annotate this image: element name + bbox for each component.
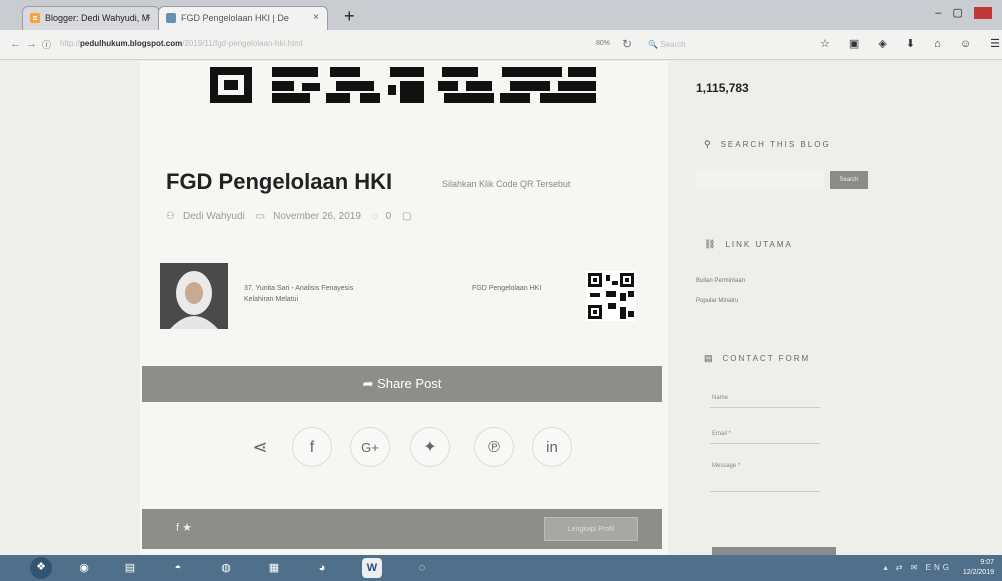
forward-arrow-icon[interactable]: → [26, 38, 37, 50]
related-post-qr-thumbnail[interactable] [586, 271, 636, 321]
clock-date: 12/2/2019 [962, 569, 994, 576]
share-arrow-icon: ➦ [362, 376, 374, 391]
blog-search-input[interactable] [696, 169, 824, 189]
share-post-label: Share Post [377, 376, 442, 391]
url-bar[interactable]: http://pedulhukum.blogspot.com/2019/11/f… [60, 39, 303, 48]
close-window-icon[interactable] [974, 7, 992, 20]
pageview-counter: 1,115,783 [696, 81, 749, 95]
clock-time: 9:07 [980, 559, 994, 566]
sidebar: 1,115,783 ⚲ SEARCH THIS BLOG Search ⛓ LINK… [676, 61, 1002, 555]
related-post-thumbnail[interactable] [160, 263, 228, 329]
email-field-label: Email * [712, 431, 732, 437]
related-post-title[interactable]: 37. Yunita Sari - Analisis Fenayesis Kel… [244, 283, 374, 305]
share-icon[interactable]: ⋖ [240, 427, 280, 467]
lock-icon: ⓘ [42, 40, 52, 50]
taskbar: ❖ ◉ ▤ ◓ ◍ ▦ ◕ W ◌ ▴ ⇄ ✉ ENG 9:07 12/2/20… [0, 555, 1002, 581]
person-photo [160, 263, 228, 329]
search-input[interactable]: 🔍 Search [640, 36, 810, 54]
taskbar-app-icon[interactable]: ◌ [412, 558, 432, 578]
search-placeholder: Search [660, 40, 686, 49]
post-date: November 26, 2019 [273, 211, 361, 222]
clock[interactable]: 9:07 12/2/2019 [963, 558, 994, 578]
tab-label: Blogger: Dedi Wahyudi, M [45, 13, 150, 23]
reload-icon[interactable]: ↻ [622, 37, 632, 51]
comment-count[interactable]: 0 [386, 211, 392, 222]
taskbar-app-icon[interactable]: ▦ [264, 558, 284, 578]
close-tab-icon[interactable]: × [313, 12, 319, 23]
social-share-icons: ⋖ f G+ ✦ ℗ in [240, 425, 572, 469]
window-controls[interactable]: – ▢ [935, 6, 992, 20]
send-button[interactable] [712, 547, 836, 555]
browser-tab-bar: Blogger: Dedi Wahyudi, M × FGD Pengelola… [0, 0, 1002, 30]
twitter-icon[interactable]: ✦ [410, 427, 450, 467]
links-widget-heading: ⛓ LINK UTAMA [704, 239, 793, 250]
search-button[interactable]: Search [830, 171, 868, 189]
tab-blogger[interactable]: Blogger: Dedi Wahyudi, M × [22, 6, 160, 30]
profile-button[interactable]: Lengkapi Profil [544, 517, 638, 541]
post-title: FGD Pengelolaan HKI [166, 169, 393, 194]
zoom-level[interactable]: 80% [596, 40, 610, 47]
name-field[interactable] [710, 407, 820, 408]
firefox-icon[interactable]: ◕ [312, 558, 332, 578]
blogger-icon [30, 13, 40, 23]
author-icon: ⚇ [166, 211, 175, 222]
search-heading-label: SEARCH THIS BLOG [720, 140, 831, 149]
taskbar-app-icon[interactable]: ◉ [74, 558, 94, 578]
qr-banner-image[interactable] [210, 61, 600, 109]
contact-heading-label: CONTACT FORM [722, 354, 811, 363]
link-item[interactable]: Popular Minatru [696, 291, 745, 311]
close-tab-icon[interactable]: × [145, 12, 151, 23]
url-path: /2019/11/fgd-pengelolaan-hki.html [182, 39, 303, 48]
related-post-title[interactable]: FGD Pengelolaan HKI [472, 285, 541, 292]
qr-code-icon [586, 271, 636, 321]
search-widget-heading: ⚲ SEARCH THIS BLOG [704, 139, 831, 150]
navigation-bar: ← → ⓘ http://pedulhukum.blogspot.com/201… [0, 30, 1002, 60]
comment-icon: ◌ [371, 211, 378, 222]
footer-social-icons[interactable]: f ★ [176, 521, 192, 534]
web-page: FGD Pengelolaan HKI Silahkan Klik Code Q… [0, 61, 1002, 555]
qr-banner-graphic [210, 67, 596, 103]
post-footer-bar: f ★ Lengkapi Profil [142, 509, 662, 549]
taskbar-app-icon[interactable]: ◍ [216, 558, 236, 578]
email-field[interactable] [710, 443, 820, 444]
taskbar-app-icon[interactable]: ◓ [168, 558, 188, 578]
tab-label: FGD Pengelolaan HKI | De [181, 13, 289, 23]
link-item[interactable]: Bullan Permintaan [696, 271, 745, 291]
system-tray[interactable]: ▴ ⇄ ✉ ENG [884, 563, 952, 572]
links-heading-label: LINK UTAMA [725, 240, 793, 249]
post-author[interactable]: Dedi Wahyudi [183, 211, 245, 222]
message-field-label: Message * [712, 463, 741, 469]
contact-widget-heading: ▤ CONTACT FORM [704, 353, 810, 364]
linkedin-icon[interactable]: in [532, 427, 572, 467]
url-host: pedulhukum.blogspot.com [80, 39, 183, 48]
toolbar-icons[interactable]: ☆ ▣ ◈ ⬇ ⌂ ☺ ☰ [820, 37, 1002, 50]
calendar-icon: ▭ [255, 211, 266, 222]
url-prefix: http:// [60, 39, 81, 48]
new-tab-button[interactable]: + [344, 6, 355, 27]
back-arrow-icon[interactable]: ← [10, 38, 21, 50]
search-icon: ⚲ [704, 139, 713, 149]
qr-hint-text: Silahkan Klik Code QR Tersebut [442, 179, 571, 189]
start-button-icon[interactable]: ❖ [30, 557, 52, 579]
facebook-icon[interactable]: f [292, 427, 332, 467]
pinterest-icon[interactable]: ℗ [474, 427, 514, 467]
link-icon: ⛓ [704, 239, 718, 249]
google-plus-icon[interactable]: G+ [350, 427, 390, 467]
word-icon[interactable]: W [362, 558, 382, 578]
name-field-label: Name [712, 395, 729, 401]
tab-fgd-pengelolaan[interactable]: FGD Pengelolaan HKI | De × [158, 6, 328, 30]
file-explorer-icon[interactable]: ▤ [120, 558, 140, 578]
blog-favicon-icon [166, 13, 176, 23]
bookmark-icon[interactable]: ▢ [402, 211, 411, 222]
contact-card-icon: ▤ [704, 353, 715, 363]
message-field[interactable] [710, 491, 820, 492]
post-meta: ⚇ Dedi Wahyudi ▭ November 26, 2019 ◌ 0 ▢ [166, 211, 419, 222]
link-list: Bullan Permintaan Popular Minatru [696, 271, 745, 311]
post-column: FGD Pengelolaan HKI Silahkan Klik Code Q… [140, 61, 668, 555]
share-post-bar[interactable]: ➦ Share Post [142, 366, 662, 402]
